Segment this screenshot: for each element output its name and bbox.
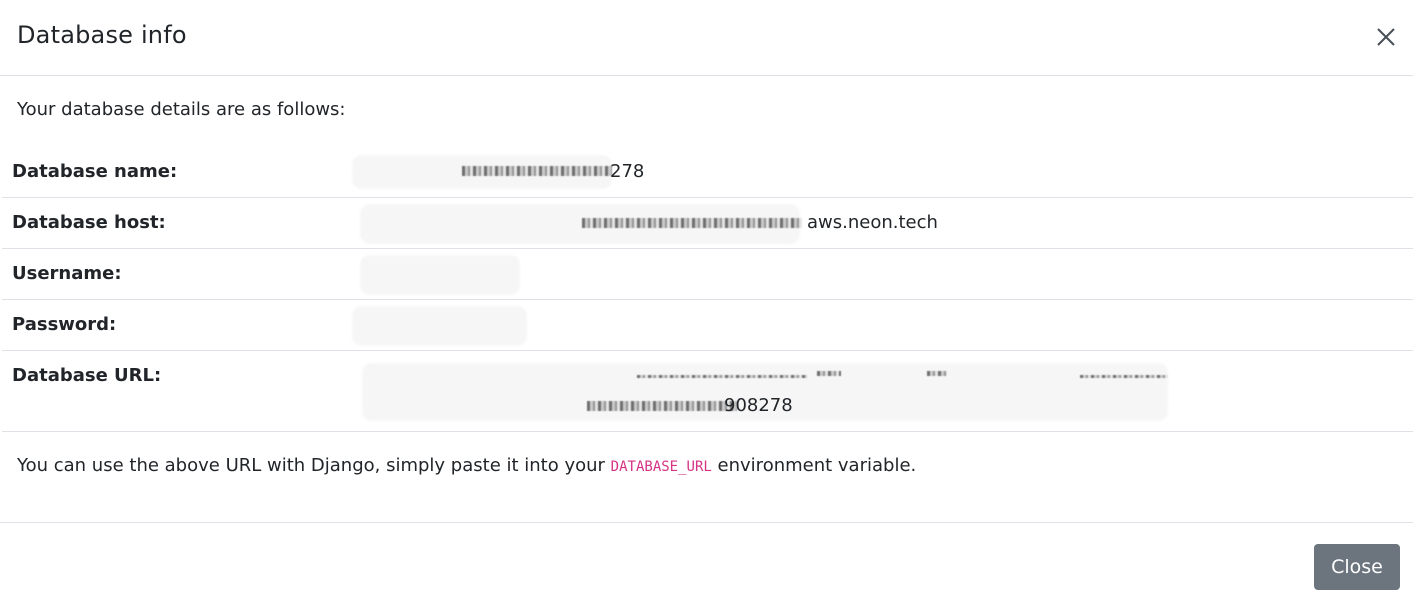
value-database-name: 278 [610,161,645,182]
intro-text: Your database details are as follows: [17,99,346,120]
row-username: Username: [2,249,1413,300]
redacted-text [462,166,612,176]
redacted-area [352,306,527,346]
label-password: Password: [12,314,117,335]
database-info-modal: Database info Your database details are … [0,0,1413,601]
label-database-url: Database URL: [12,365,162,386]
row-password: Password: [2,300,1413,351]
usage-note-after: environment variable. [711,455,917,476]
label-database-name: Database name: [12,161,178,182]
modal-header: Database info [0,0,1413,76]
value-database-host: aws.neon.tech [807,212,938,233]
label-database-host: Database host: [12,212,166,233]
database-url-code: DATABASE_URL [610,459,712,475]
row-database-url: Database URL: 908278 [2,351,1413,432]
usage-note: You can use the above URL with Django, s… [17,455,916,476]
close-button[interactable]: Close [1314,544,1400,590]
modal-footer: Close [0,522,1413,601]
row-database-host: Database host: aws.neon.tech [2,198,1413,249]
close-icon[interactable] [1371,22,1401,52]
redacted-text [637,375,807,378]
value-database-url: 908278 [724,395,793,416]
row-database-name: Database name: 278 [2,147,1413,198]
label-username: Username: [12,263,122,284]
redacted-text [1080,375,1168,378]
usage-note-before: You can use the above URL with Django, s… [17,455,611,476]
redacted-text [927,371,947,376]
redacted-text [817,371,841,376]
redacted-text [582,218,802,228]
redacted-text [587,401,737,411]
modal-title: Database info [17,21,187,49]
redacted-area [360,255,520,295]
